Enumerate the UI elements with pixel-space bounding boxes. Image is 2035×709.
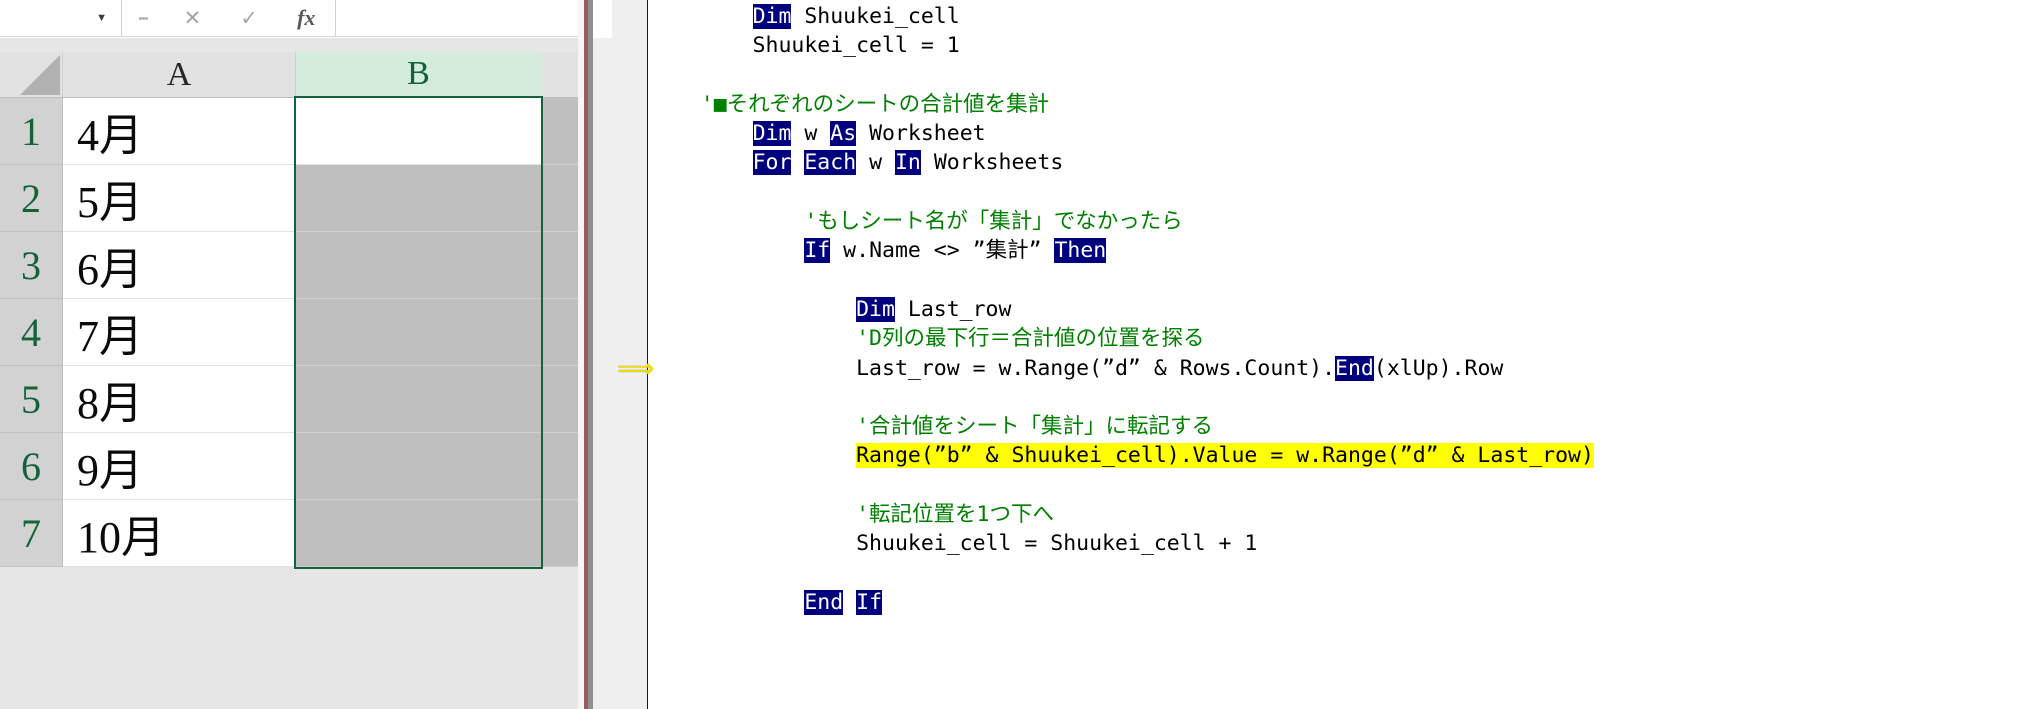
vba-code-area[interactable]: Dim Shuukei_cell Shuukei_cell = 1 '■それぞれ…	[649, 0, 2035, 709]
code-line[interactable]	[649, 178, 2035, 207]
row-header[interactable]: 3	[0, 232, 63, 299]
cell-b7[interactable]	[296, 500, 541, 567]
vertical-dots-icon[interactable]	[122, 0, 164, 37]
row-header[interactable]: 1	[0, 98, 63, 165]
code-line[interactable]: Dim w As Worksheet	[649, 119, 2035, 148]
cell-a5[interactable]: 8月	[63, 366, 296, 433]
cell-tail-3	[541, 232, 578, 299]
row-header[interactable]: 7	[0, 500, 63, 567]
code-line[interactable]: Dim Last_row	[649, 295, 2035, 324]
formula-bar: ▼ ✕ ✓ fx	[0, 0, 578, 38]
row-header[interactable]: 2	[0, 165, 63, 232]
table-row: 7 10月	[0, 500, 578, 567]
check-icon[interactable]: ✓	[240, 8, 258, 29]
code-line[interactable]: Dim Shuukei_cell	[649, 2, 2035, 31]
code-line[interactable]: If w.Name <> ”集計” Then	[649, 236, 2035, 265]
cell-tail-5	[541, 366, 578, 433]
table-row: 5 8月	[0, 366, 578, 433]
column-header-tail	[541, 52, 578, 98]
formula-action-buttons: ✕ ✓ fx	[164, 0, 336, 37]
code-margin-indicator-bar[interactable]: ⟹	[612, 0, 654, 709]
cell-b5[interactable]	[296, 366, 541, 433]
screenshot-root: ▼ ✕ ✓ fx A B 1 4月 2 5月 3 6月 4 7月 5 8月 6 9月 7 10月	[0, 0, 2035, 709]
code-line[interactable]	[649, 383, 2035, 412]
formula-input[interactable]	[336, 0, 578, 37]
cell-b2[interactable]	[296, 165, 541, 232]
column-header-b[interactable]: B	[296, 52, 541, 98]
table-row: 2 5月	[0, 165, 578, 232]
code-line[interactable]: Shuukei_cell = 1	[649, 31, 2035, 60]
code-line[interactable]	[649, 61, 2035, 90]
cell-b4[interactable]	[296, 299, 541, 366]
vba-editor-pane: ⟹ Dim Shuukei_cell Shuukei_cell = 1 '■それ…	[612, 0, 2035, 709]
code-line[interactable]: Shuukei_cell = Shuukei_cell + 1	[649, 529, 2035, 558]
table-row: 4 7月	[0, 299, 578, 366]
table-row: 3 6月	[0, 232, 578, 299]
close-icon[interactable]: ✕	[184, 8, 202, 29]
cell-b3[interactable]	[296, 232, 541, 299]
code-line[interactable]: Range(”b” & Shuukei_cell).Value = w.Rang…	[649, 441, 2035, 470]
cell-a2[interactable]: 5月	[63, 165, 296, 232]
cell-tail-1	[541, 98, 578, 165]
code-line[interactable]	[649, 471, 2035, 500]
chevron-down-icon[interactable]: ▼	[96, 12, 107, 24]
cell-tail-7	[541, 500, 578, 567]
column-header-a[interactable]: A	[63, 52, 296, 98]
cell-b6[interactable]	[296, 433, 541, 500]
cell-tail-2	[541, 165, 578, 232]
select-all-corner[interactable]	[0, 52, 63, 98]
function-icon[interactable]: fx	[297, 7, 315, 29]
code-line[interactable]: 'D列の最下行＝合計値の位置を探る	[649, 324, 2035, 353]
name-box[interactable]: ▼	[0, 0, 122, 37]
code-line[interactable]	[649, 559, 2035, 588]
code-line[interactable]: For Each w In Worksheets	[649, 148, 2035, 177]
cell-a4[interactable]: 7月	[63, 299, 296, 366]
code-line[interactable]: '■それぞれのシートの合計値を集計	[649, 90, 2035, 119]
code-line[interactable]: '転記位置を1つ下へ	[649, 500, 2035, 529]
cell-tail-4	[541, 299, 578, 366]
table-row: 1 4月	[0, 98, 578, 165]
code-line[interactable]: '合計値をシート「集計」に転記する	[649, 412, 2035, 441]
divider-bar-gray[interactable]	[588, 0, 593, 709]
row-header[interactable]: 5	[0, 366, 63, 433]
yellow-right-arrow-icon[interactable]: ⟹	[617, 355, 654, 381]
code-line[interactable]	[649, 266, 2035, 295]
row-header[interactable]: 6	[0, 433, 63, 500]
row-header[interactable]: 4	[0, 299, 63, 366]
cell-a7[interactable]: 10月	[63, 500, 296, 567]
table-row: 6 9月	[0, 433, 578, 500]
cell-a6[interactable]: 9月	[63, 433, 296, 500]
spreadsheet-grid: A B 1 4月 2 5月 3 6月 4 7月 5 8月 6 9月 7 10月	[0, 38, 578, 709]
code-line[interactable]: Last_row = w.Range(”d” & Rows.Count).End…	[649, 354, 2035, 383]
cell-a1[interactable]: 4月	[63, 98, 296, 165]
code-line[interactable]: End If	[649, 588, 2035, 617]
cell-b1[interactable]	[296, 98, 541, 165]
cell-a3[interactable]: 6月	[63, 232, 296, 299]
excel-pane: ▼ ✕ ✓ fx A B 1 4月 2 5月 3 6月 4 7月 5 8月 6 9月 7 10月	[0, 0, 578, 709]
code-line[interactable]: 'もしシート名が「集計」でなかったら	[649, 207, 2035, 236]
cell-tail-6	[541, 433, 578, 500]
